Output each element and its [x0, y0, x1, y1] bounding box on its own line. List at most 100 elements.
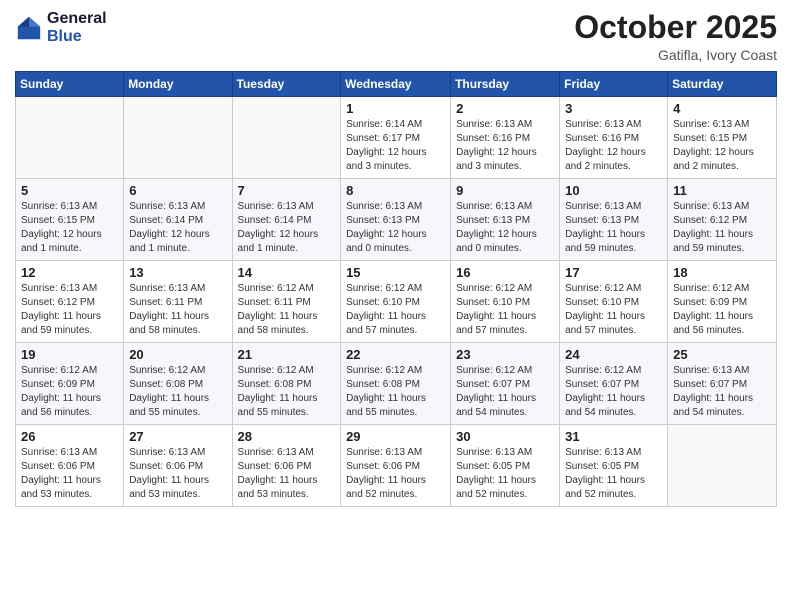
day-info: Sunrise: 6:12 AMSunset: 6:07 PMDaylight:… [565, 364, 662, 420]
day-number: 22 [346, 347, 445, 362]
header: General Blue October 2025 Gatifla, Ivory… [15, 10, 777, 63]
calendar-cell: 19 Sunrise: 6:12 AMSunset: 6:09 PMDayligh… [16, 343, 124, 425]
day-number: 2 [456, 101, 554, 116]
title-block: October 2025 Gatifla, Ivory Coast [574, 10, 777, 63]
col-thursday: Thursday [451, 72, 560, 97]
day-number: 13 [129, 265, 226, 280]
day-info: Sunrise: 6:14 AMSunset: 6:17 PMDaylight:… [346, 118, 445, 174]
day-info: Sunrise: 6:12 AMSunset: 6:07 PMDaylight:… [456, 364, 554, 420]
day-info: Sunrise: 6:12 AMSunset: 6:10 PMDaylight:… [456, 282, 554, 338]
day-info: Sunrise: 6:13 AMSunset: 6:15 PMDaylight:… [21, 200, 118, 256]
day-number: 18 [673, 265, 771, 280]
day-number: 27 [129, 429, 226, 444]
calendar-cell: 5 Sunrise: 6:13 AMSunset: 6:15 PMDaylight… [16, 179, 124, 261]
calendar-cell: 8 Sunrise: 6:13 AMSunset: 6:13 PMDaylight… [341, 179, 451, 261]
col-saturday: Saturday [668, 72, 777, 97]
day-info: Sunrise: 6:13 AMSunset: 6:05 PMDaylight:… [456, 446, 554, 502]
calendar-cell: 7Sunrise: 6:13 AMSunset: 6:14 PMDaylight… [232, 179, 341, 261]
day-info: Sunrise: 6:13 AMSunset: 6:11 PMDaylight:… [129, 282, 226, 338]
day-number: 7 [238, 183, 336, 198]
calendar-cell: 12Sunrise: 6:13 AMSunset: 6:12 PMDayligh… [16, 261, 124, 343]
logo-text-block: General Blue [47, 10, 107, 47]
day-number: 31 [565, 429, 662, 444]
calendar-cell: 11 Sunrise: 6:13 AMSunset: 6:12 PMDayligh… [668, 179, 777, 261]
day-info: Sunrise: 6:13 AMSunset: 6:16 PMDaylight:… [565, 118, 662, 174]
day-number: 16 [456, 265, 554, 280]
day-info: Sunrise: 6:12 AMSunset: 6:08 PMDaylight:… [238, 364, 336, 420]
day-info: Sunrise: 6:13 AMSunset: 6:12 PMDaylight:… [673, 200, 771, 256]
day-info: Sunrise: 6:13 AMSunset: 6:06 PMDaylight:… [346, 446, 445, 502]
day-info: Sunrise: 6:12 AMSunset: 6:10 PMDaylight:… [346, 282, 445, 338]
col-tuesday: Tuesday [232, 72, 341, 97]
day-number: 23 [456, 347, 554, 362]
calendar-cell: 24 Sunrise: 6:12 AMSunset: 6:07 PMDayligh… [560, 343, 668, 425]
calendar-cell: 29 Sunrise: 6:13 AMSunset: 6:06 PMDayligh… [341, 425, 451, 507]
day-info: Sunrise: 6:13 AMSunset: 6:13 PMDaylight:… [565, 200, 662, 256]
logo-line1: General [47, 10, 107, 28]
day-info: Sunrise: 6:12 AMSunset: 6:08 PMDaylight:… [346, 364, 445, 420]
day-info: Sunrise: 6:13 AMSunset: 6:06 PMDaylight:… [129, 446, 226, 502]
calendar-cell: 2 Sunrise: 6:13 AMSunset: 6:16 PMDaylight… [451, 97, 560, 179]
page: General Blue October 2025 Gatifla, Ivory… [0, 0, 792, 612]
day-number: 29 [346, 429, 445, 444]
day-number: 28 [238, 429, 336, 444]
day-info: Sunrise: 6:12 AMSunset: 6:10 PMDaylight:… [565, 282, 662, 338]
col-sunday: Sunday [16, 72, 124, 97]
day-number: 10 [565, 183, 662, 198]
day-info: Sunrise: 6:13 AMSunset: 6:14 PMDaylight:… [129, 200, 226, 256]
day-info: Sunrise: 6:12 AMSunset: 6:09 PMDaylight:… [21, 364, 118, 420]
day-number: 14 [238, 265, 336, 280]
calendar-cell: 6 Sunrise: 6:13 AMSunset: 6:14 PMDaylight… [124, 179, 232, 261]
day-info: Sunrise: 6:13 AMSunset: 6:05 PMDaylight:… [565, 446, 662, 502]
calendar-cell: 1 Sunrise: 6:14 AMSunset: 6:17 PMDaylight… [341, 97, 451, 179]
day-info: Sunrise: 6:13 AMSunset: 6:13 PMDaylight:… [456, 200, 554, 256]
month-title: October 2025 [574, 10, 777, 45]
calendar-cell: 26 Sunrise: 6:13 AMSunset: 6:06 PMDayligh… [16, 425, 124, 507]
day-number: 8 [346, 183, 445, 198]
day-info: Sunrise: 6:12 AMSunset: 6:08 PMDaylight:… [129, 364, 226, 420]
day-info: Sunrise: 6:13 AMSunset: 6:06 PMDaylight:… [21, 446, 118, 502]
calendar-cell: 21Sunrise: 6:12 AMSunset: 6:08 PMDayligh… [232, 343, 341, 425]
col-friday: Friday [560, 72, 668, 97]
calendar: Sunday Monday Tuesday Wednesday Thursday… [15, 71, 777, 507]
calendar-cell [124, 97, 232, 179]
day-number: 26 [21, 429, 118, 444]
calendar-cell: 9 Sunrise: 6:13 AMSunset: 6:13 PMDaylight… [451, 179, 560, 261]
calendar-cell [668, 425, 777, 507]
day-number: 5 [21, 183, 118, 198]
calendar-cell: 3 Sunrise: 6:13 AMSunset: 6:16 PMDaylight… [560, 97, 668, 179]
day-number: 19 [21, 347, 118, 362]
calendar-cell: 10 Sunrise: 6:13 AMSunset: 6:13 PMDayligh… [560, 179, 668, 261]
calendar-cell: 27 Sunrise: 6:13 AMSunset: 6:06 PMDayligh… [124, 425, 232, 507]
logo-line2: Blue [47, 28, 107, 46]
day-number: 4 [673, 101, 771, 116]
logo-general: General [47, 10, 107, 27]
day-number: 11 [673, 183, 771, 198]
day-info: Sunrise: 6:13 AMSunset: 6:07 PMDaylight:… [673, 364, 771, 420]
logo-blue: Blue [47, 28, 82, 45]
calendar-cell: 20 Sunrise: 6:12 AMSunset: 6:08 PMDayligh… [124, 343, 232, 425]
calendar-cell: 16 Sunrise: 6:12 AMSunset: 6:10 PMDayligh… [451, 261, 560, 343]
day-info: Sunrise: 6:13 AMSunset: 6:13 PMDaylight:… [346, 200, 445, 256]
calendar-cell: 31 Sunrise: 6:13 AMSunset: 6:05 PMDayligh… [560, 425, 668, 507]
calendar-cell [232, 97, 341, 179]
calendar-cell: 14Sunrise: 6:12 AMSunset: 6:11 PMDayligh… [232, 261, 341, 343]
day-number: 17 [565, 265, 662, 280]
day-number: 24 [565, 347, 662, 362]
calendar-header-row: Sunday Monday Tuesday Wednesday Thursday… [16, 72, 777, 97]
day-number: 1 [346, 101, 445, 116]
day-number: 9 [456, 183, 554, 198]
day-number: 6 [129, 183, 226, 198]
calendar-cell: 17 Sunrise: 6:12 AMSunset: 6:10 PMDayligh… [560, 261, 668, 343]
day-number: 3 [565, 101, 662, 116]
day-info: Sunrise: 6:13 AMSunset: 6:16 PMDaylight:… [456, 118, 554, 174]
day-number: 30 [456, 429, 554, 444]
day-number: 25 [673, 347, 771, 362]
day-number: 20 [129, 347, 226, 362]
day-info: Sunrise: 6:12 AMSunset: 6:09 PMDaylight:… [673, 282, 771, 338]
calendar-cell: 28Sunrise: 6:13 AMSunset: 6:06 PMDayligh… [232, 425, 341, 507]
calendar-cell: 23 Sunrise: 6:12 AMSunset: 6:07 PMDayligh… [451, 343, 560, 425]
calendar-cell: 30 Sunrise: 6:13 AMSunset: 6:05 PMDayligh… [451, 425, 560, 507]
day-number: 12 [21, 265, 118, 280]
day-number: 15 [346, 265, 445, 280]
